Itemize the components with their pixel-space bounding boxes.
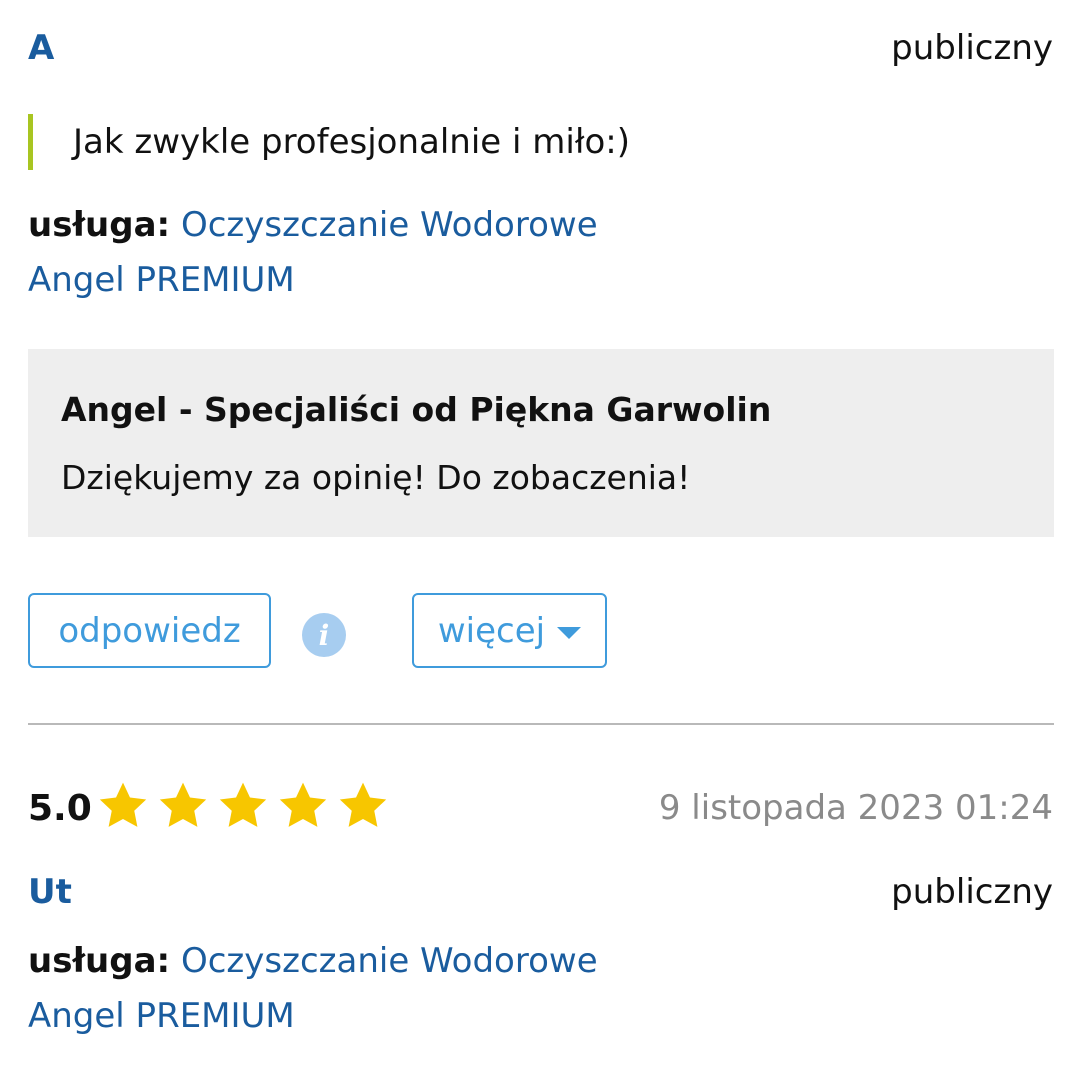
service-row: usługa: Oczyszczanie Wodorowe [28, 944, 598, 978]
star-icon [219, 782, 267, 827]
review-date: 9 listopada 2023 01:24 [658, 788, 1053, 828]
star-icon [159, 782, 207, 827]
review-author[interactable]: Ut [28, 875, 72, 909]
service-link[interactable]: Oczyszczanie Wodorowe [181, 941, 598, 981]
review-comment-text: Jak zwykle profesjonalnie i miło:) [73, 122, 631, 162]
visibility-label: publiczny [891, 872, 1053, 912]
rating-value: 5.0 [28, 788, 92, 829]
visibility-label: publiczny [891, 28, 1053, 68]
service-label: usługa: [28, 205, 171, 245]
info-icon[interactable]: i [302, 613, 346, 657]
service-label: usługa: [28, 941, 171, 981]
reply-author: Angel - Specjaliści od Piękna Garwolin [61, 390, 772, 429]
reply-button-label: odpowiedz [58, 610, 241, 651]
more-button[interactable]: więcej [412, 593, 607, 668]
reply-text: Dziękujemy za opinię! Do zobaczenia! [61, 458, 691, 497]
service-variant-link[interactable]: Angel PREMIUM [28, 263, 295, 297]
service-row: usługa: Oczyszczanie Wodorowe [28, 208, 598, 242]
caret-down-icon [557, 626, 582, 639]
star-icon [339, 782, 387, 827]
review-author[interactable]: A [28, 31, 54, 65]
owner-reply: Angel - Specjaliści od Piękna Garwolin D… [28, 349, 1054, 537]
service-variant-link[interactable]: Angel PREMIUM [28, 999, 295, 1033]
more-button-label: więcej [437, 610, 546, 651]
reply-button[interactable]: odpowiedz [28, 593, 271, 668]
star-icon [279, 782, 327, 827]
star-icon [99, 782, 147, 827]
service-link[interactable]: Oczyszczanie Wodorowe [181, 205, 598, 245]
rating-stars [96, 779, 390, 833]
review-divider [28, 723, 1054, 725]
review-comment: Jak zwykle profesjonalnie i miło:) [28, 114, 630, 170]
